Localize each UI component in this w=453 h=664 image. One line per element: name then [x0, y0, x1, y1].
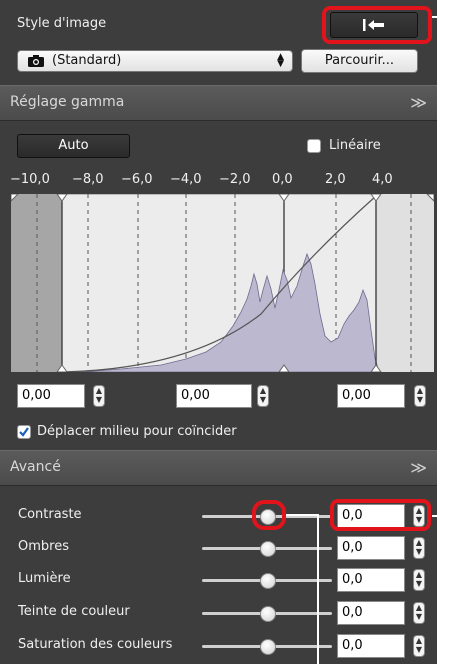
slider-stepper[interactable]: ▲ ▼: [413, 537, 425, 559]
right-clip-region: [376, 194, 434, 372]
advanced-section-title: Avancé: [10, 459, 61, 475]
tick-label: 0,0: [272, 172, 293, 187]
callout-line: [432, 515, 453, 517]
gamma-right-input[interactable]: 0,00: [337, 384, 405, 408]
reset-highlight: [322, 6, 432, 44]
slider-value-input[interactable]: 0,0: [337, 536, 405, 560]
linear-checkbox[interactable]: [307, 139, 321, 153]
slider-value-input[interactable]: 0,0: [337, 634, 405, 658]
collapse-chevron-icon[interactable]: ≫: [410, 458, 427, 477]
slider-label: Contraste: [18, 507, 82, 522]
slider-stepper[interactable]: ▲ ▼: [413, 602, 425, 624]
slider-label: Ombres: [18, 539, 69, 554]
checkmark-icon: [19, 427, 29, 437]
select-arrows-icon: ▲ ▼: [277, 52, 284, 69]
picture-style-title: Style d'image: [17, 16, 107, 31]
gamma-right-stepper[interactable]: ▲ ▼: [414, 385, 426, 407]
tick-label: 4,0: [372, 172, 393, 187]
slider-row-shadows: Ombres 0,0 ▲ ▼: [0, 532, 437, 564]
camera-icon: [28, 55, 44, 67]
gamma-section-header[interactable]: Réglage gamma ≫: [0, 85, 437, 121]
raw-settings-panel: Style d'image (Standard) ▲ ▼ Parcourir...…: [0, 0, 437, 664]
browse-button[interactable]: Parcourir...: [301, 49, 418, 73]
slider-row-color-tone: Teinte de couleur 0,0 ▲ ▼: [0, 597, 437, 629]
knob-highlight: [252, 500, 286, 530]
callout-line: [286, 514, 318, 516]
gamma-mid-input[interactable]: 0,00: [176, 384, 252, 408]
picture-style-select[interactable]: (Standard) ▲ ▼: [17, 50, 293, 72]
slider-knob[interactable]: [260, 639, 276, 655]
slider-value-input[interactable]: 0,0: [337, 601, 405, 625]
picture-style-value: (Standard): [52, 53, 122, 68]
gamma-left-input[interactable]: 0,00: [17, 384, 85, 408]
advanced-section-header[interactable]: Avancé ≫: [0, 450, 437, 486]
slider-knob[interactable]: [260, 541, 276, 557]
slider-row-highlights: Lumière 0,0 ▲ ▼: [0, 564, 437, 596]
tick-label: −6,0: [121, 172, 153, 187]
slider-row-saturation: Saturation des couleurs 0,0 ▲ ▼: [0, 630, 437, 662]
slider-label: Lumière: [18, 571, 71, 586]
slider-knob[interactable]: [260, 606, 276, 622]
move-mid-checkbox[interactable]: [17, 425, 31, 439]
linear-label: Linéaire: [329, 138, 381, 153]
slider-knob[interactable]: [260, 573, 276, 589]
slider-stepper[interactable]: ▲ ▼: [413, 635, 425, 657]
move-mid-label: Déplacer milieu pour coïncider: [37, 424, 237, 439]
gamma-section-title: Réglage gamma: [10, 94, 125, 110]
value-highlight: [330, 499, 431, 531]
tick-label: −10,0: [10, 172, 50, 187]
tick-label: −4,0: [170, 172, 202, 187]
callout-line: [317, 514, 319, 664]
tick-label: −2,0: [219, 172, 251, 187]
gamma-histogram[interactable]: [11, 194, 434, 372]
collapse-chevron-icon[interactable]: ≫: [410, 93, 427, 112]
slider-stepper[interactable]: ▲ ▼: [413, 569, 425, 591]
callout-line: [432, 16, 453, 18]
auto-button[interactable]: Auto: [17, 134, 130, 158]
tick-label: 2,0: [325, 172, 346, 187]
gamma-left-stepper[interactable]: ▲ ▼: [93, 385, 105, 407]
slider-value-input[interactable]: 0,0: [337, 568, 405, 592]
gamma-mid-stepper[interactable]: ▲ ▼: [257, 385, 269, 407]
tick-label: −8,0: [72, 172, 104, 187]
slider-label: Teinte de couleur: [18, 604, 130, 619]
slider-label: Saturation des couleurs: [18, 637, 173, 652]
